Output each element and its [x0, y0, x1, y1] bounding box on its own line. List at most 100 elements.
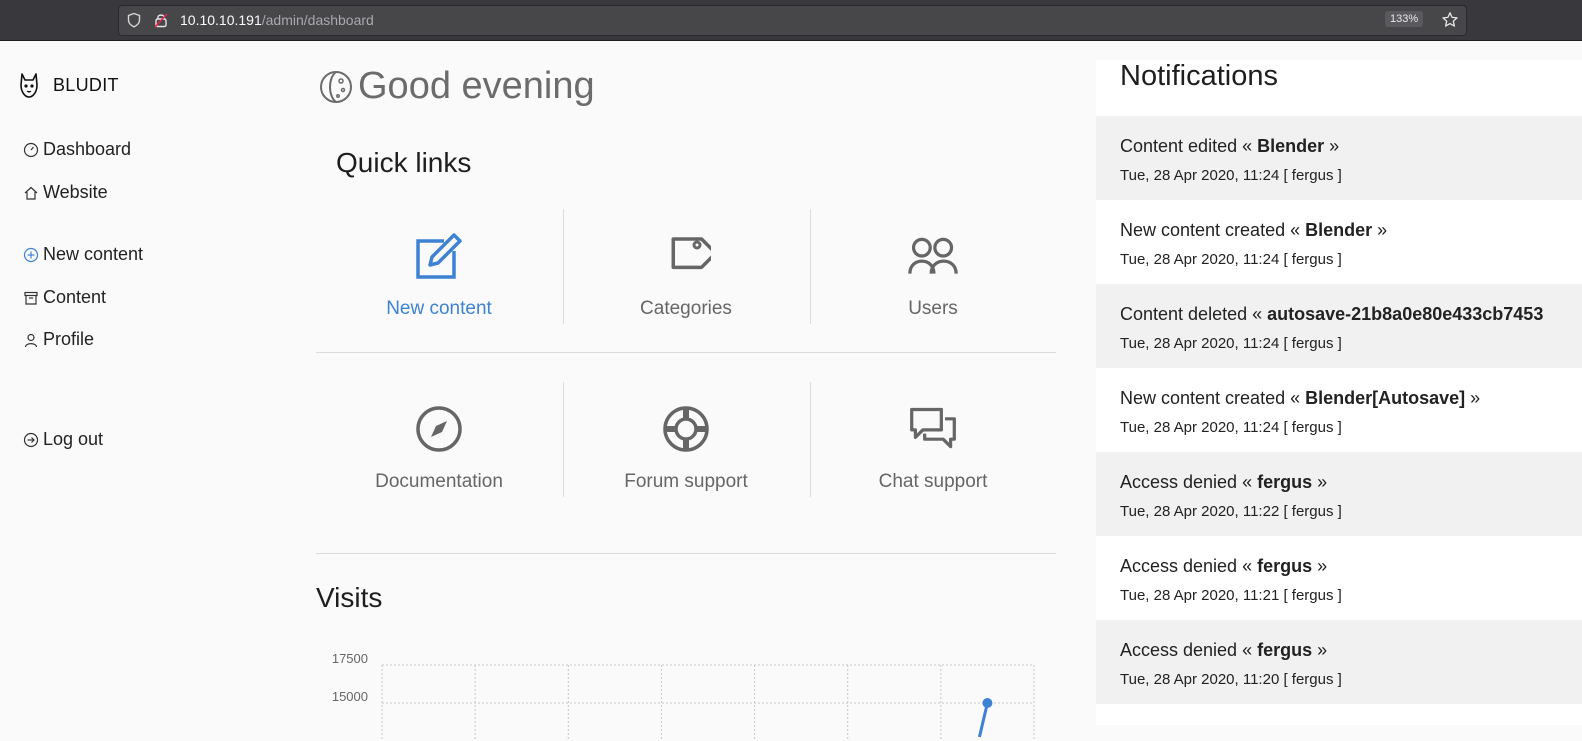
visits-title: Visits: [316, 582, 383, 613]
notification-item: Access denied « fergus » Tue, 28 Apr 202…: [1096, 452, 1582, 536]
sidebar-item-label: Dashboard: [43, 139, 132, 159]
logout-icon: [23, 432, 39, 447]
chart-series-line: [977, 702, 989, 738]
brand-name: BLUDIT: [53, 74, 119, 95]
quick-link-categories[interactable]: Categories: [563, 209, 809, 324]
notification-subject: Blender: [1257, 136, 1325, 156]
bludit-logo-icon: [20, 73, 38, 98]
notification-suffix: »: [1312, 472, 1328, 492]
notification-prefix: Access denied «: [1120, 556, 1258, 576]
plus-circle-icon: [23, 247, 39, 262]
notification-date: Tue, 28 Apr 2020, 11:24 [ fergus ]: [1120, 167, 1342, 184]
compass-icon: [416, 406, 462, 452]
sidebar-item-dashboard[interactable]: Dashboard: [23, 139, 131, 160]
bookmark-star-icon[interactable]: [1441, 11, 1459, 29]
notification-item: Access denied « fergus » Tue, 28 Apr 202…: [1096, 536, 1582, 620]
chart-y-tick-label: 15000: [332, 689, 368, 704]
sidebar-item-label: Content: [43, 287, 107, 307]
notification-prefix: New content created «: [1120, 388, 1306, 408]
notification-date: Tue, 28 Apr 2020, 11:21 [ fergus ]: [1120, 587, 1342, 604]
quick-link-label: Chat support: [878, 471, 988, 492]
quick-link-label: Documentation: [375, 471, 503, 492]
quick-link-forum-support[interactable]: Forum support: [563, 382, 809, 497]
url-text[interactable]: 10.10.10.191/admin/dashboard: [180, 12, 374, 28]
archive-icon: [24, 291, 38, 305]
notification-suffix: »: [1312, 556, 1328, 576]
sidebar: BLUDIT Dashboard Website New content Con…: [0, 41, 300, 725]
sidebar-item-website[interactable]: Website: [23, 182, 108, 203]
moon-icon: [320, 70, 352, 103]
insecure-lock-icon[interactable]: [153, 12, 169, 28]
notification-message: New content created « Blender »: [1120, 220, 1387, 241]
browser-toolbar: 10.10.10.191/admin/dashboard 133%: [0, 0, 1582, 41]
notification-subject: Blender: [1305, 220, 1373, 240]
url-host: 10.10.10.191: [180, 12, 262, 28]
address-bar[interactable]: 10.10.10.191/admin/dashboard 133%: [118, 5, 1467, 36]
quick-link-users[interactable]: Users: [810, 209, 1056, 324]
sidebar-item-new-content[interactable]: New content: [23, 244, 143, 265]
url-path: /admin/dashboard: [261, 12, 374, 28]
notification-prefix: Access denied «: [1120, 640, 1258, 660]
sidebar-item-content[interactable]: Content: [23, 287, 106, 308]
notification-date: Tue, 28 Apr 2020, 11:24 [ fergus ]: [1120, 251, 1342, 268]
notification-prefix: Content deleted «: [1120, 304, 1268, 324]
quick-link-label: Users: [908, 298, 958, 319]
notification-date: Tue, 28 Apr 2020, 11:20 [ fergus ]: [1120, 671, 1342, 688]
notification-subject: Blender[Autosave]: [1305, 388, 1466, 408]
notification-item: Access denied « fergus » Tue, 28 Apr 202…: [1096, 620, 1582, 704]
lifebuoy-icon: [663, 406, 709, 452]
sidebar-item-logout[interactable]: Log out: [23, 429, 103, 450]
zoom-level-badge[interactable]: 133%: [1385, 11, 1424, 27]
shield-icon[interactable]: [126, 12, 142, 28]
notifications-panel: Notifications Content edited « Blender »…: [1096, 60, 1582, 725]
notification-message: Content deleted « autosave-21b8a0e80e433…: [1120, 304, 1543, 325]
edit-icon: [416, 233, 462, 279]
notification-item: New content created « Blender » Tue, 28 …: [1096, 200, 1582, 284]
notifications-list: Content edited « Blender » Tue, 28 Apr 2…: [1096, 116, 1582, 704]
sidebar-item-label: Log out: [43, 429, 104, 449]
notification-subject: fergus: [1257, 472, 1313, 492]
greeting-text: Good evening: [358, 65, 595, 107]
notification-prefix: Access denied «: [1120, 472, 1258, 492]
sidebar-item-label: Website: [43, 182, 108, 202]
divider: [316, 553, 1056, 554]
notification-prefix: New content created «: [1120, 220, 1306, 240]
notification-message: Content edited « Blender »: [1120, 136, 1339, 157]
notification-item: New content created « Blender[Autosave] …: [1096, 368, 1582, 452]
sidebar-item-label: New content: [43, 244, 144, 264]
notification-suffix: »: [1465, 388, 1481, 408]
quick-link-label: New content: [386, 298, 492, 319]
notification-date: Tue, 28 Apr 2020, 11:22 [ fergus ]: [1120, 503, 1342, 520]
dashboard-icon: [23, 142, 39, 157]
sidebar-item-profile[interactable]: Profile: [23, 329, 94, 350]
notification-message: Access denied « fergus »: [1120, 472, 1327, 493]
notification-suffix: »: [1372, 220, 1388, 240]
home-icon: [24, 186, 38, 200]
notification-message: Access denied « fergus »: [1120, 556, 1327, 577]
notification-subject: fergus: [1257, 556, 1313, 576]
quick-link-new-content[interactable]: New content: [316, 209, 562, 324]
divider: [316, 352, 1056, 353]
notification-item: Content edited « Blender » Tue, 28 Apr 2…: [1096, 116, 1582, 200]
brand[interactable]: BLUDIT: [19, 71, 119, 99]
chat-icon: [910, 407, 956, 449]
chart-y-tick-label: 17500: [332, 651, 368, 666]
quick-link-documentation[interactable]: Documentation: [316, 382, 562, 497]
notification-prefix: Content edited «: [1120, 136, 1258, 156]
tag-icon: [671, 237, 711, 270]
notification-date: Tue, 28 Apr 2020, 11:24 [ fergus ]: [1120, 419, 1342, 436]
quick-link-chat-support[interactable]: Chat support: [810, 382, 1056, 497]
greeting: Good evening: [319, 65, 595, 108]
users-icon: [908, 237, 958, 274]
quick-link-label: Forum support: [624, 471, 748, 492]
notification-message: Access denied « fergus »: [1120, 640, 1327, 661]
notifications-title: Notifications: [1120, 60, 1278, 92]
notification-suffix: »: [1324, 136, 1340, 156]
sidebar-item-label: Profile: [43, 329, 95, 349]
chart-point[interactable]: [982, 698, 993, 708]
notification-subject: fergus: [1257, 640, 1313, 660]
quick-links-title: Quick links: [336, 147, 472, 178]
notification-item: Content deleted « autosave-21b8a0e80e433…: [1096, 284, 1582, 368]
notification-subject: autosave-21b8a0e80e433cb7453: [1267, 304, 1544, 324]
notification-date: Tue, 28 Apr 2020, 11:24 [ fergus ]: [1120, 335, 1342, 352]
